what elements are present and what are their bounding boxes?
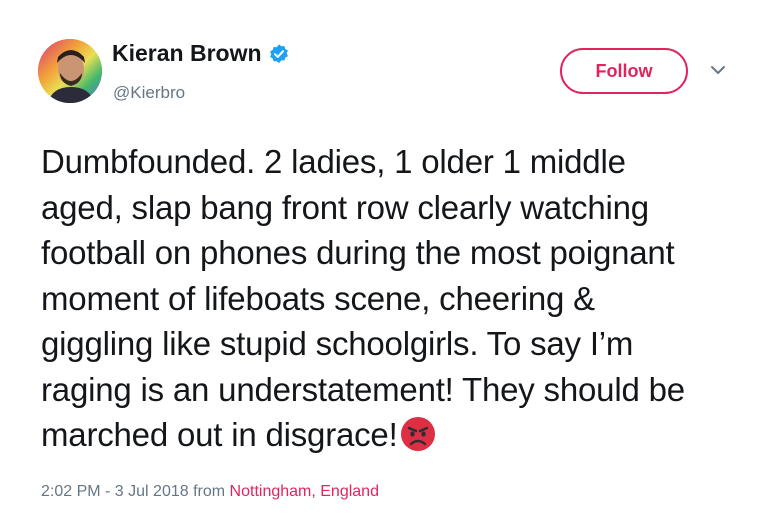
tweet-line: giggling like stupid schoolgirls. To say…	[41, 325, 634, 362]
tweet-line-last: marched out in disgrace!	[41, 412, 746, 458]
avatar[interactable]	[38, 39, 102, 103]
tweet-card: Kieran Brown @Kierbro Follow Dumbfounded…	[0, 0, 770, 520]
follow-button[interactable]: Follow	[560, 48, 688, 94]
author-name-text: Kieran Brown	[112, 40, 262, 66]
timestamp[interactable]: 2:02 PM - 3 Jul 2018	[41, 483, 189, 500]
tweet-line: aged, slap bang front row clearly watchi…	[41, 188, 649, 226]
verified-badge-icon	[269, 43, 288, 63]
tweet-line: raging is an understatement! They should…	[41, 370, 685, 408]
author-name[interactable]: Kieran Brown	[112, 40, 290, 67]
tweet-text: Dumbfounded. 2 ladies, 1 older 1 middle …	[41, 139, 746, 458]
tweet-line: football on phones during the most poign…	[41, 234, 675, 271]
chevron-down-icon[interactable]	[708, 60, 728, 80]
tweet-line-text: marched out in disgrace!	[41, 416, 398, 453]
tweet-line: Dumbfounded. 2 ladies, 1 older 1 middle	[41, 143, 626, 180]
from-label: from	[193, 483, 226, 500]
tweet-meta: 2:02 PM - 3 Jul 2018 from Nottingham, En…	[41, 483, 379, 501]
avatar-image	[38, 39, 102, 103]
location-link[interactable]: Nottingham, England	[230, 483, 379, 500]
author-handle[interactable]: @Kierbro	[113, 83, 185, 103]
angry-face-emoji-icon	[400, 417, 435, 451]
tweet-line: moment of lifeboats scene, cheering &	[41, 279, 595, 317]
